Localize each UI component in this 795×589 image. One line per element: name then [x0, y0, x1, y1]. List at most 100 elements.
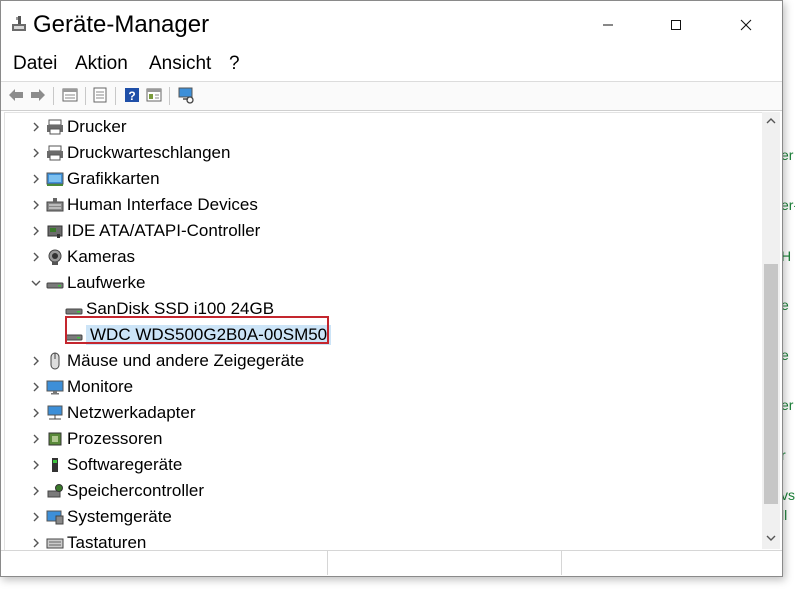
device-manager-window: Geräte-Manager Datei Aktion Ansicht ? ? … [0, 0, 783, 577]
tree-item-label: IDE ATA/ATAPI-Controller [67, 221, 261, 240]
properties-icon[interactable] [61, 86, 79, 104]
keyboard-icon [46, 538, 64, 549]
tree-category-item[interactable]: Grafikkarten [5, 166, 763, 192]
tree-category-item[interactable]: Monitore [5, 374, 763, 400]
tree-category-item[interactable]: Speichercontroller [5, 478, 763, 504]
bg-text: vs [783, 487, 795, 503]
software-device-icon [52, 458, 58, 472]
tree-category-item[interactable]: IDE ATA/ATAPI-Controller [5, 218, 763, 244]
chevron-right-icon[interactable] [29, 406, 43, 420]
tree-category-item[interactable]: Softwaregeräte [5, 452, 763, 478]
tree-category-item[interactable]: Drucker [5, 114, 763, 140]
tree-item-label: Drucker [67, 117, 127, 136]
background-window-peek: er er- H e e er r vs ll [783, 0, 795, 589]
bg-text: r [783, 447, 786, 463]
tree-category-item[interactable]: Mäuse und andere Zeigegeräte [5, 348, 763, 374]
chevron-right-icon[interactable] [29, 380, 43, 394]
processor-icon [48, 432, 62, 446]
tree-item-label: Monitore [67, 377, 134, 396]
monitor-icon [46, 380, 64, 395]
chevron-right-icon[interactable] [29, 536, 43, 550]
chevron-right-icon[interactable] [29, 510, 43, 524]
tree-item-label: Druckwarteschlangen [67, 143, 231, 162]
tree-item-label: Laufwerke [67, 273, 146, 292]
tree-category-item[interactable]: Human Interface Devices [5, 192, 763, 218]
disk-drive-icon [46, 282, 64, 289]
chevron-right-icon[interactable] [29, 120, 43, 134]
forward-icon[interactable] [29, 86, 47, 104]
back-icon[interactable] [7, 86, 25, 104]
minimize-button[interactable] [579, 1, 637, 49]
bg-text: H [783, 248, 792, 264]
scrollbar-thumb[interactable] [764, 264, 778, 504]
print-queue-icon [47, 145, 63, 161]
toolbar-separator [85, 87, 86, 105]
chevron-right-icon[interactable] [29, 484, 43, 498]
scan-hardware-icon[interactable] [177, 86, 195, 104]
highlight-annotation-box [65, 316, 329, 344]
status-cell [327, 551, 562, 575]
toolbar: ? [1, 81, 782, 111]
tree-category-item[interactable]: Tastaturen [5, 530, 763, 551]
device-tree[interactable]: Drucker Druckwarteschlangen Grafikkarten Hu… [4, 112, 763, 551]
close-icon [740, 19, 752, 31]
menu-aktion[interactable]: Aktion [75, 53, 128, 75]
bg-text: e [783, 297, 789, 313]
menu-bar: Datei Aktion Ansicht ? [1, 53, 782, 79]
bg-text: ll [783, 507, 788, 523]
bg-text: er [783, 147, 794, 163]
chevron-right-icon[interactable] [29, 458, 43, 472]
system-device-icon [46, 510, 64, 525]
bg-text: er [783, 397, 794, 413]
maximize-icon [671, 20, 681, 30]
tree-category-item[interactable]: Netzwerkadapter [5, 400, 763, 426]
chevron-right-icon[interactable] [29, 432, 43, 446]
printer-icon [47, 119, 63, 135]
chevron-right-icon[interactable] [29, 198, 43, 212]
ide-controller-icon [47, 225, 63, 238]
mouse-icon [50, 352, 60, 370]
scroll-up-icon[interactable] [765, 116, 777, 126]
tree-item-label: Mäuse und andere Zeigegeräte [67, 351, 305, 370]
help-icon[interactable]: ? [123, 86, 141, 104]
tree-item-label: Human Interface Devices [67, 195, 258, 214]
chevron-right-icon[interactable] [29, 250, 43, 264]
tree-item-label: Prozessoren [67, 429, 163, 448]
menu-datei[interactable]: Datei [13, 53, 57, 75]
vertical-scrollbar[interactable] [762, 112, 780, 549]
chevron-down-icon[interactable] [29, 276, 43, 290]
status-cell [1, 551, 328, 575]
menu-ansicht[interactable]: Ansicht [149, 53, 211, 75]
chevron-right-icon[interactable] [29, 146, 43, 160]
tree-item-label: Kameras [67, 247, 136, 266]
tree-item-label: Systemgeräte [67, 507, 172, 526]
minimize-icon [603, 24, 613, 26]
title-bar[interactable]: Geräte-Manager [1, 1, 782, 49]
view-icon[interactable] [145, 86, 163, 104]
tree-category-item[interactable]: Druckwarteschlangen [5, 140, 763, 166]
tree-category-item[interactable]: Kameras [5, 244, 763, 270]
display-adapter-icon [46, 172, 64, 186]
bg-text: e [783, 347, 789, 363]
hid-icon [46, 198, 64, 212]
chevron-right-icon[interactable] [29, 224, 43, 238]
update-icon[interactable] [91, 86, 109, 104]
device-manager-app-icon [12, 16, 26, 31]
svg-text:?: ? [128, 89, 135, 103]
menu-help[interactable]: ? [229, 53, 240, 75]
network-adapter-icon [47, 405, 63, 420]
camera-icon [48, 249, 62, 265]
tree-item-label: Grafikkarten [67, 169, 160, 188]
toolbar-separator [169, 87, 170, 105]
status-bar [1, 550, 782, 575]
close-button[interactable] [717, 1, 775, 49]
scroll-down-icon[interactable] [765, 533, 777, 543]
chevron-right-icon[interactable] [29, 354, 43, 368]
tree-category-item[interactable]: Laufwerke [5, 270, 763, 296]
tree-item-label: Tastaturen [67, 533, 147, 551]
tree-category-item[interactable]: Prozessoren [5, 426, 763, 452]
chevron-right-icon[interactable] [29, 172, 43, 186]
maximize-button[interactable] [647, 1, 705, 49]
tree-category-item[interactable]: Systemgeräte [5, 504, 763, 530]
toolbar-separator [53, 87, 54, 105]
